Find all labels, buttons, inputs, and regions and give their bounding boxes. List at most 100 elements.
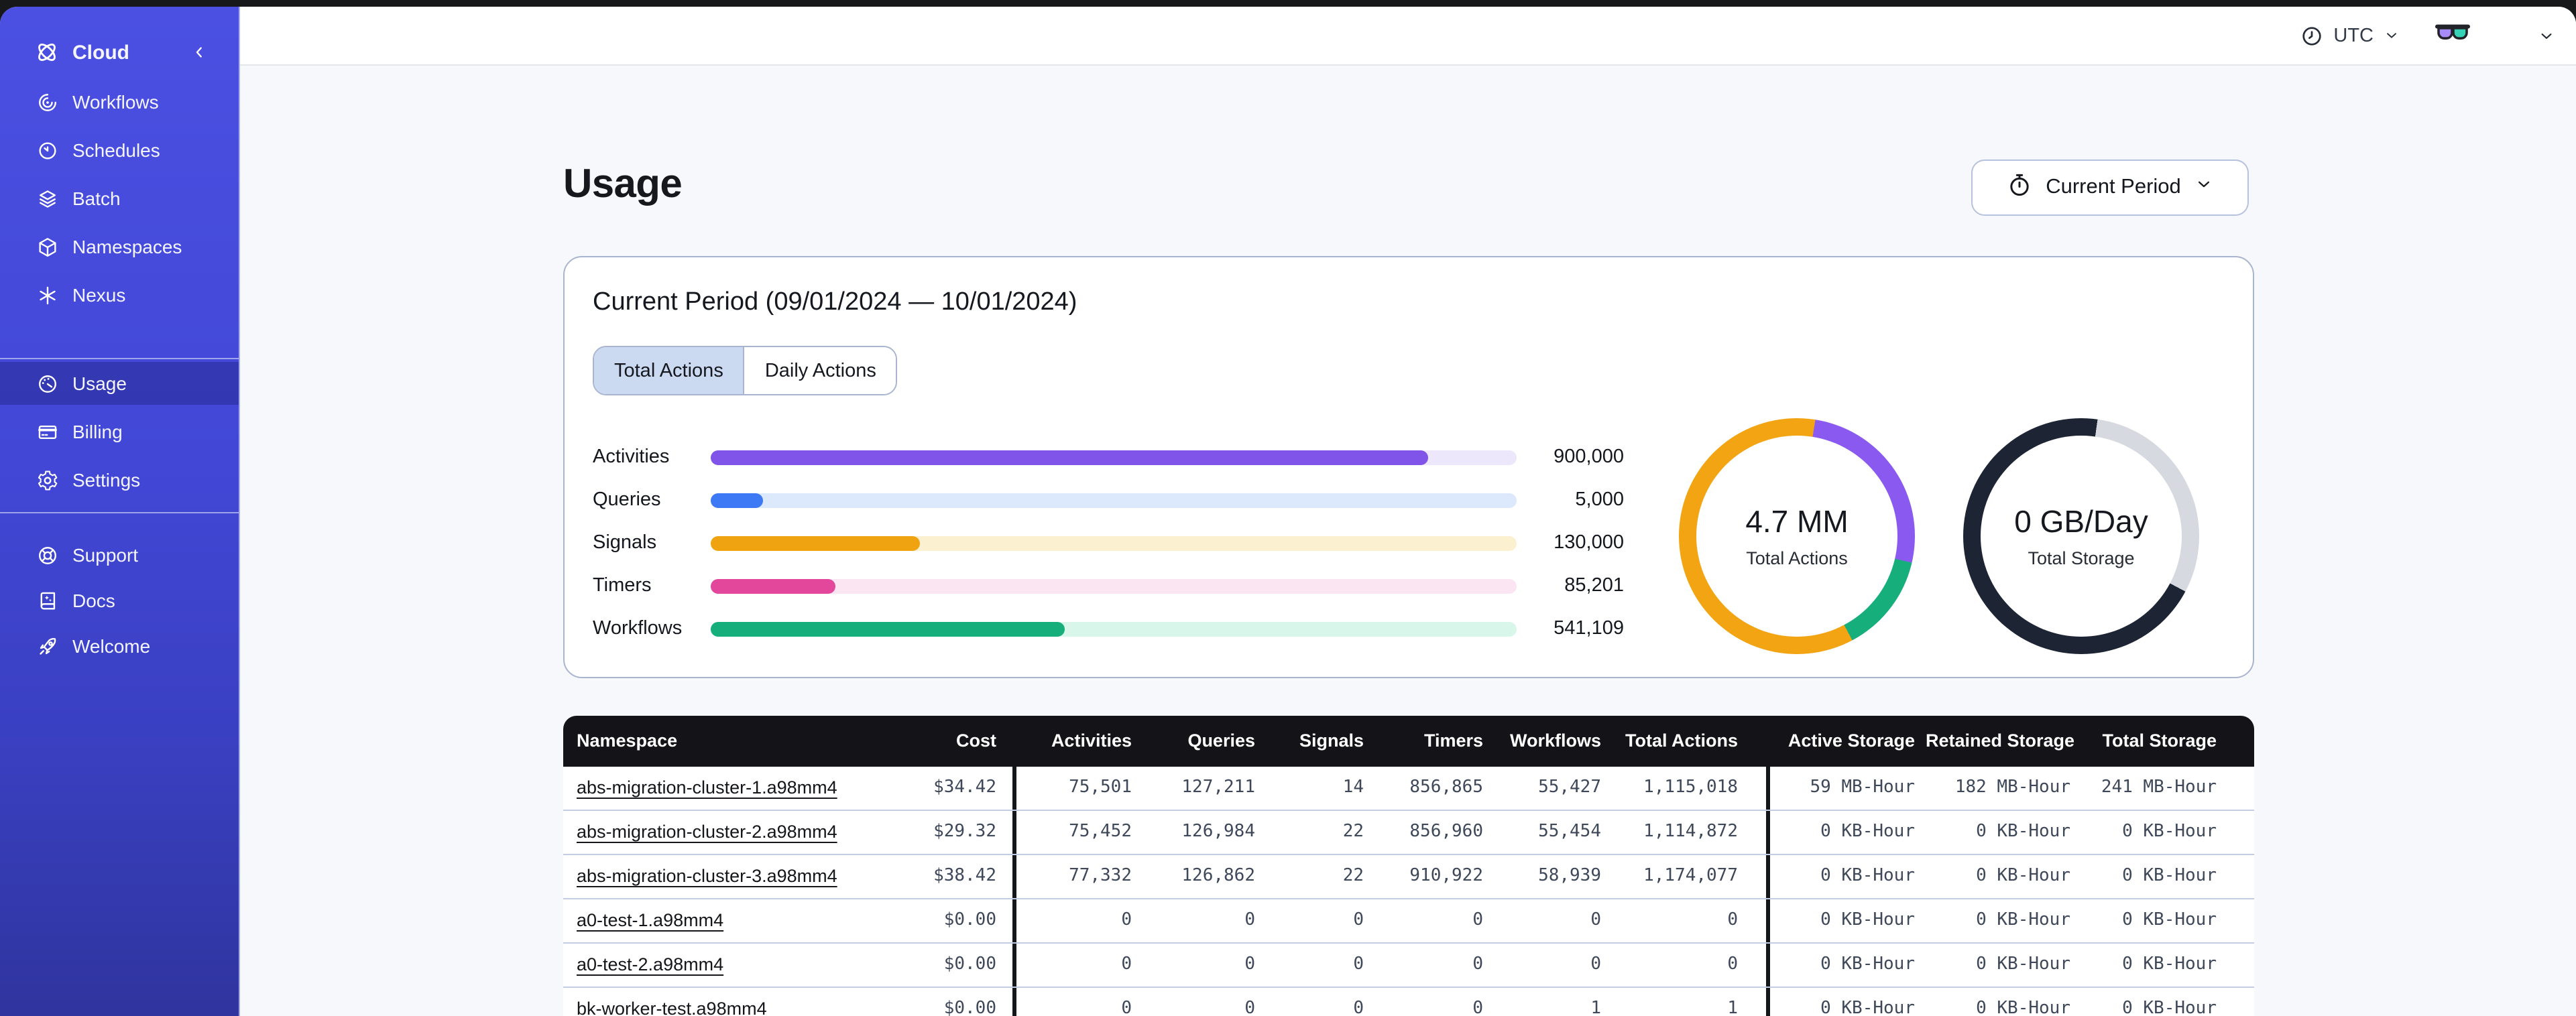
total-actions-donut: 4.7 MM Total Actions (1679, 418, 1915, 654)
bar-label: Activities (593, 446, 670, 468)
support-icon (36, 544, 59, 566)
total-actions-value: 4.7 MM (1745, 504, 1849, 539)
total-storage-value: 0 GB/Day (2014, 504, 2148, 539)
sidebar-item-docs[interactable]: Docs (0, 579, 239, 622)
namespace-table: Namespace Cost Activities Queries Signals Tim… (563, 716, 2254, 1016)
table-cell: 1,174,077 (1612, 855, 1770, 898)
sidebar-nav-account: Usage Billing Settings (0, 362, 239, 501)
table-cell: 0 KB-Hour (1820, 999, 1915, 1016)
table-row: abs-migration-cluster-1.a98mm4 $34.42 75,5… (563, 767, 2254, 810)
namespace-link[interactable]: a0-test-1.a98mm4 (577, 910, 723, 930)
bar-fill (711, 493, 764, 507)
schedules-icon (36, 139, 59, 162)
bar-fill (711, 621, 1065, 636)
bar-track (711, 535, 1517, 550)
table-cell: 1 (1590, 999, 1601, 1016)
table-cell: 22 (1342, 866, 1364, 886)
workflows-icon (36, 90, 59, 113)
sidebar-item-usage[interactable]: Usage (0, 362, 239, 405)
sidebar-item-label: Schedules (72, 139, 160, 161)
table-row: a0-test-2.a98mm4 $0.00 0 0 0 0 0 0 0 KB-Hour 0 KB… (563, 942, 2254, 987)
namespace-link[interactable]: abs-migration-cluster-1.a98mm4 (577, 777, 837, 798)
namespace-cell: abs-migration-cluster-2.a98mm4 (563, 811, 880, 854)
tab-daily-actions[interactable]: Daily Actions (743, 347, 896, 394)
table-cell: 0 (1590, 954, 1601, 974)
bar-fill (711, 450, 1428, 464)
sidebar-item-nexus[interactable]: Nexus (0, 275, 239, 315)
sidebar-item-billing[interactable]: Billing (0, 410, 239, 453)
bar-fill (711, 535, 921, 550)
usage-icon (36, 372, 59, 395)
namespace-link[interactable]: abs-migration-cluster-2.a98mm4 (577, 822, 837, 842)
column-header-active-storage: Active Storage (1788, 731, 1915, 751)
table-cell: 0 (1244, 954, 1255, 974)
table-cell: 0 KB-Hour (1976, 999, 2070, 1016)
namespace-link[interactable]: bk-worker-test.a98mm4 (577, 999, 767, 1016)
table-cell: 856,960 (1409, 822, 1483, 842)
period-selector-label: Current Period (2046, 176, 2181, 198)
table-cell: 1 (1612, 988, 1770, 1016)
sidebar-item-workflows[interactable]: Workflows (0, 82, 239, 122)
table-cell: 58,939 (1538, 866, 1601, 886)
column-header-signals: Signals (1299, 731, 1364, 751)
column-header-queries: Queries (1187, 731, 1255, 751)
sidebar-item-label: Nexus (72, 284, 126, 306)
tab-total-actions[interactable]: Total Actions (594, 347, 744, 394)
namespace-cell: a0-test-2.a98mm4 (563, 944, 880, 987)
sidebar-item-support[interactable]: Support (0, 533, 239, 576)
table-cell: 1,115,018 (1612, 767, 1770, 810)
column-header-workflows: Workflows (1509, 731, 1601, 751)
bar-label: Queries (593, 489, 661, 511)
table-cell: 0 (1121, 999, 1132, 1016)
table-cell: $0.00 (880, 988, 1016, 1016)
table-cell: $0.00 (880, 899, 1016, 942)
welcome-icon (36, 635, 59, 657)
namespace-link[interactable]: abs-migration-cluster-3.a98mm4 (577, 866, 837, 886)
table-row: abs-migration-cluster-2.a98mm4 $29.32 75,4… (563, 810, 2254, 854)
table-cell: $0.00 (880, 944, 1016, 987)
column-header-cost: Cost (880, 716, 1016, 767)
page-title: Usage (563, 162, 683, 206)
batch-icon (36, 187, 59, 210)
table-cell: 0 KB-Hour (1820, 954, 1915, 974)
bar-value: 130,000 (1554, 532, 1624, 554)
sidebar-item-label: Support (72, 544, 139, 566)
donut-center: 4.7 MM Total Actions (1696, 436, 1897, 637)
table-cell: 0 (1121, 954, 1132, 974)
sidebar-item-label: Workflows (72, 91, 159, 113)
chevron-down-icon[interactable] (2537, 26, 2556, 45)
table-cell: 0 KB-Hour (2122, 999, 2217, 1016)
sidebar-item-label: Welcome (72, 635, 151, 657)
glasses-icon[interactable] (2435, 23, 2470, 48)
table-cell: 910,922 (1409, 866, 1483, 886)
sidebar-item-batch[interactable]: Batch (0, 178, 239, 218)
table-cell: 0 KB-Hour (2122, 954, 2217, 974)
chevron-down-icon (2383, 27, 2400, 44)
table-cell: 0 KB-Hour (1976, 866, 2070, 886)
table-row: bk-worker-test.a98mm4 $0.00 0 0 0 0 1 1 0 KB-Hou… (563, 987, 2254, 1016)
screen: Cloud Workflows Schedules Batch Namespaces N… (0, 0, 2576, 1016)
table-cell: 126,862 (1181, 866, 1255, 886)
sidebar-nav-footer: Support Docs Welcome (0, 533, 239, 668)
table-header: Namespace Cost Activities Queries Signals Tim… (563, 716, 2254, 767)
table-row: a0-test-1.a98mm4 $0.00 0 0 0 0 0 0 0 KB-Hour 0 KB… (563, 898, 2254, 942)
collapse-sidebar-button[interactable] (190, 43, 209, 62)
total-actions-label: Total Actions (1746, 548, 1848, 568)
sidebar-item-schedules[interactable]: Schedules (0, 130, 239, 170)
sidebar: Cloud Workflows Schedules Batch Namespaces N… (0, 7, 240, 1016)
sidebar-item-namespaces[interactable]: Namespaces (0, 227, 239, 267)
avatar[interactable] (2489, 17, 2526, 54)
table-cell: 0 (1353, 954, 1364, 974)
table-cell: 55,454 (1538, 822, 1601, 842)
table-cell: 0 KB-Hour (1820, 822, 1915, 842)
sidebar-item-welcome[interactable]: Welcome (0, 625, 239, 668)
main-content: Usage Current Period Current Period (09/… (240, 66, 2576, 1016)
table-cell: 0 KB-Hour (1976, 910, 2070, 930)
sidebar-item-settings[interactable]: Settings (0, 458, 239, 501)
namespace-link[interactable]: a0-test-2.a98mm4 (577, 954, 723, 974)
period-selector-button[interactable]: Current Period (1971, 160, 2249, 216)
sidebar-item-label: Batch (72, 188, 121, 209)
timezone-selector[interactable]: UTC (2300, 23, 2400, 48)
bar-track (711, 493, 1517, 507)
usage-card-title: Current Period (09/01/2024 — 10/01/2024) (593, 288, 1077, 316)
